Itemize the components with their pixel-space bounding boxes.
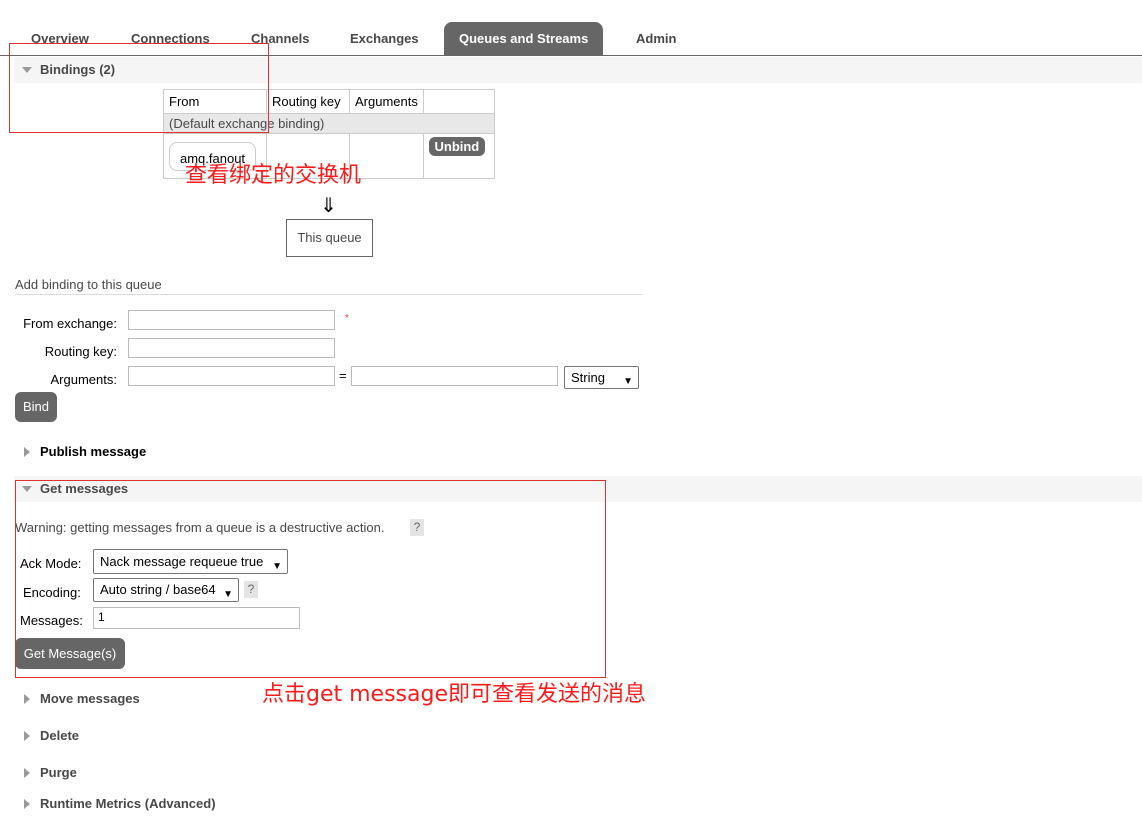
collapsed-triangle-icon [24,768,30,778]
arguments-label: Arguments: [50,372,117,387]
publish-title: Publish message [40,444,147,459]
collapsed-triangle-icon [24,694,30,704]
collapsed-triangle-icon [24,447,30,457]
col-arguments: Arguments [349,89,424,114]
annotation-get-note: 点击get message即可查看发送的消息 [262,682,646,707]
routing-key-label: Routing key: [44,344,117,359]
col-routing-key: Routing key [266,89,350,114]
delete-section-header[interactable]: Delete [14,723,1142,749]
tab-exchanges[interactable]: Exchanges [335,22,434,55]
annotation-box-get-messages [15,480,606,678]
runtime-metrics-title: Runtime Metrics (Advanced) [40,796,216,811]
purge-title: Purge [40,765,77,780]
chevron-down-icon: ▼ [623,376,633,387]
from-exchange-input[interactable] [128,310,335,330]
publish-section-header[interactable]: Publish message [14,439,1142,465]
bind-button[interactable]: Bind [15,392,57,422]
tab-queues-and-streams[interactable]: Queues and Streams [444,22,604,55]
argument-type-value: String [571,370,605,385]
move-messages-title: Move messages [40,691,140,706]
annotation-box-bindings [9,43,269,133]
annotation-bindings-note: 查看绑定的交换机 [185,163,362,188]
purge-section-header[interactable]: Purge [14,760,1142,786]
from-exchange-label: From exchange: [23,316,117,331]
down-arrow-icon: ⇓ [320,195,337,217]
collapsed-triangle-icon [24,731,30,741]
collapsed-triangle-icon [24,799,30,809]
runtime-metrics-section-header[interactable]: Runtime Metrics (Advanced) [14,791,1142,817]
routing-key-input[interactable] [128,338,335,358]
this-queue-box: This queue [286,219,373,257]
required-mark: * [345,313,349,324]
tab-admin[interactable]: Admin [621,22,691,55]
delete-title: Delete [40,728,80,743]
argument-type-select[interactable]: String ▼ [564,366,639,389]
argument-key-input[interactable] [128,366,335,386]
argument-value-input[interactable] [351,366,558,386]
add-binding-title: Add binding to this queue [15,277,643,295]
equals-sign: = [339,368,347,383]
col-actions [422,89,495,114]
unbind-button[interactable]: Unbind [428,137,485,156]
